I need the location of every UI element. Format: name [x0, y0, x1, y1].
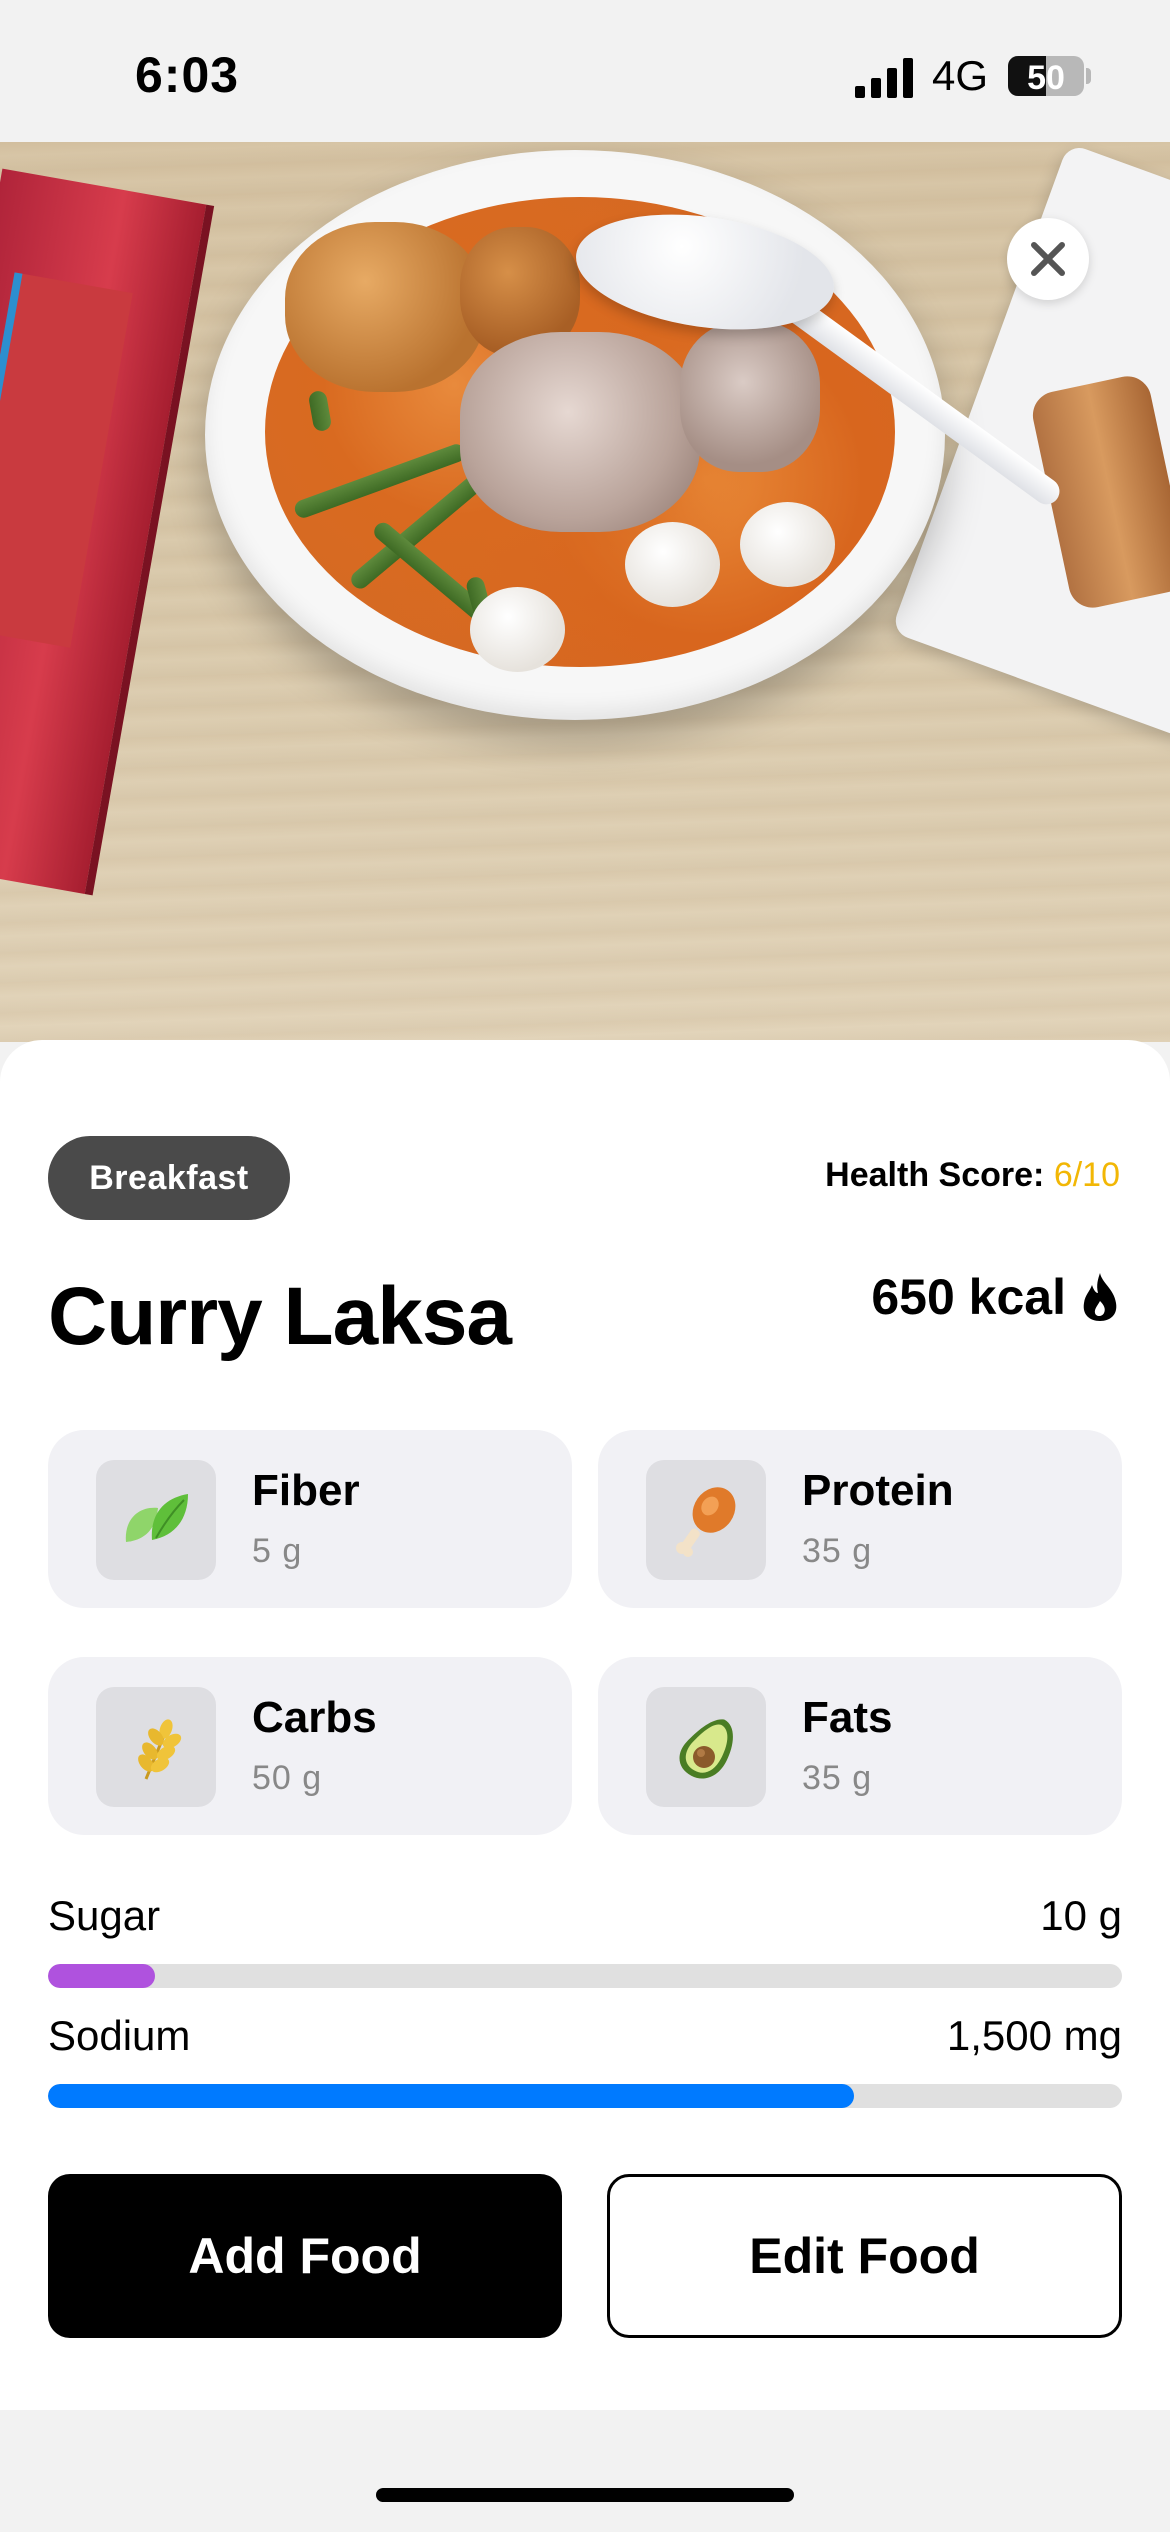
macro-value: 35 g — [802, 1532, 873, 1570]
food-photo — [0, 142, 1170, 1042]
macro-value: 5 g — [252, 1532, 303, 1570]
macro-card-carbs[interactable]: Carbs 50 g — [48, 1657, 572, 1835]
status-time: 6:03 — [135, 47, 240, 103]
macro-name: Carbs — [252, 1693, 377, 1742]
calories: 650 kcal — [871, 1268, 1120, 1326]
sodium-progress-fill — [48, 2084, 854, 2108]
network-type: 4G — [932, 52, 989, 99]
food-details-sheet: Breakfast Health Score: 6/10 Curry Laksa… — [0, 1040, 1170, 2410]
macro-name: Fiber — [252, 1466, 360, 1515]
close-button[interactable] — [1007, 218, 1089, 300]
photo-chicken — [680, 322, 820, 472]
nutrient-label-sugar: Sugar — [48, 1892, 161, 1939]
battery-icon: 50 — [1008, 56, 1084, 96]
sodium-progress-bar — [48, 2084, 1122, 2108]
photo-fishball — [470, 587, 565, 672]
nutrient-label-sodium: Sodium — [48, 2012, 191, 2059]
macro-card-fiber[interactable]: Fiber 5 g — [48, 1430, 572, 1608]
cellular-signal-icon — [855, 58, 913, 98]
home-indicator[interactable] — [376, 2488, 794, 2502]
food-title: Curry Laksa — [48, 1271, 512, 1362]
edit-food-button[interactable]: Edit Food — [607, 2174, 1122, 2338]
flame-icon — [1083, 1273, 1117, 1321]
status-bar: 6:03 4G 50 — [0, 0, 1170, 142]
health-score-value: 6/10 — [1053, 1156, 1120, 1194]
macro-value: 50 g — [252, 1759, 323, 1797]
photo-fishball — [625, 522, 720, 607]
add-food-button[interactable]: Add Food — [48, 2174, 562, 2338]
photo-tofu — [285, 222, 485, 392]
macro-name: Protein — [802, 1466, 954, 1515]
macro-value: 35 g — [802, 1759, 873, 1797]
calories-value: 650 kcal — [871, 1269, 1066, 1325]
meal-category-chip[interactable]: Breakfast — [48, 1136, 290, 1220]
nutrient-value-sugar: 10 g — [1040, 1892, 1122, 1939]
photo-chicken — [460, 332, 700, 532]
macro-name: Fats — [802, 1693, 893, 1742]
photo-fishball — [740, 502, 835, 587]
photo-box — [0, 168, 215, 896]
wheat-icon — [96, 1687, 216, 1807]
health-score-label: Health Score: — [825, 1156, 1045, 1194]
avocado-icon — [646, 1687, 766, 1807]
close-icon — [1031, 242, 1065, 276]
nutrient-value-sodium: 1,500 mg — [946, 2012, 1122, 2059]
sugar-progress-fill — [48, 1964, 156, 1988]
drumstick-icon — [646, 1460, 766, 1580]
battery-level: 50 — [1027, 59, 1065, 96]
macro-card-protein[interactable]: Protein 35 g — [598, 1430, 1122, 1608]
health-score: Health Score: 6/10 — [825, 1156, 1120, 1195]
sugar-progress-bar — [48, 1964, 1122, 1988]
leaf-icon — [96, 1460, 216, 1580]
battery-nub — [1086, 68, 1091, 84]
macro-card-fats[interactable]: Fats 35 g — [598, 1657, 1122, 1835]
